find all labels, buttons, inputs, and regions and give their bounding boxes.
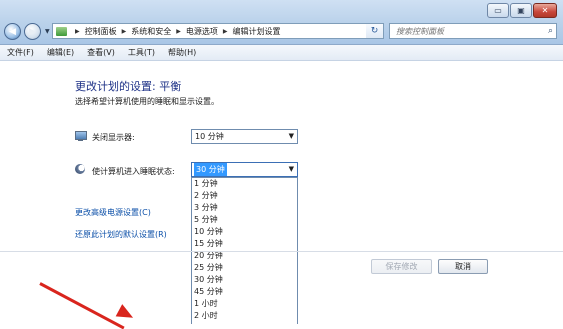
sleep-option[interactable]: 2 小时 — [192, 310, 297, 322]
search-box[interactable]: ⌕ — [389, 23, 557, 39]
sleep-value: 30 分钟 — [194, 163, 227, 176]
sleep-select[interactable]: 30 分钟 ▼ — [191, 162, 298, 177]
sleep-option[interactable]: 45 分钟 — [192, 286, 297, 298]
breadcrumb-item-system-security[interactable]: 系统和安全 — [131, 26, 171, 37]
breadcrumb-item-edit-plan[interactable]: 编辑计划设置 — [233, 26, 281, 37]
search-icon[interactable]: ⌕ — [548, 26, 553, 36]
sleep-option[interactable]: 5 分钟 — [192, 214, 297, 226]
breadcrumb-separator-icon: ▶ — [222, 27, 228, 35]
sleep-option[interactable]: 15 分钟 — [192, 238, 297, 250]
save-changes-button[interactable]: 保存修改 — [371, 259, 432, 274]
restore-defaults-link[interactable]: 还原此计划的默认设置(R) — [75, 229, 167, 240]
display-off-select[interactable]: 10 分钟 ▼ — [191, 129, 298, 144]
control-panel-icon — [56, 26, 67, 36]
chevron-down-icon: ▼ — [288, 132, 294, 140]
breadcrumb-item-power-options[interactable]: 电源选项 — [186, 26, 218, 37]
address-bar[interactable]: ▶ 控制面板 ▶ 系统和安全 ▶ 电源选项 ▶ 编辑计划设置 ▼ — [52, 23, 379, 39]
maximize-button[interactable]: ▣ — [510, 3, 532, 18]
forward-arrow-icon: ▶ — [29, 26, 36, 37]
refresh-icon: ↻ — [370, 26, 379, 36]
display-off-label: 关闭显示器: — [92, 133, 135, 142]
title-bar: ▭ ▣ ✕ ◀ ▶ ▼ ▶ 控制面板 ▶ 系统和安全 ▶ 电源选项 ▶ 编辑计划… — [0, 0, 563, 45]
back-button[interactable]: ◀ — [4, 23, 21, 40]
refresh-button[interactable]: ↻ — [366, 23, 384, 39]
forward-button[interactable]: ▶ — [24, 23, 41, 40]
page-subtitle: 选择希望计算机使用的睡眠和显示设置。 — [75, 97, 219, 106]
sleep-option[interactable]: 1 分钟 — [192, 178, 297, 190]
cancel-button[interactable]: 取消 — [438, 259, 488, 274]
window-controls: ▭ ▣ ✕ — [486, 3, 557, 18]
annotation-arrow-icon — [115, 304, 137, 324]
menu-bar: 文件(F) 编辑(E) 查看(V) 工具(T) 帮助(H) — [0, 45, 563, 61]
sleep-option[interactable]: 10 分钟 — [192, 226, 297, 238]
breadcrumb-separator-icon: ▶ — [176, 27, 181, 35]
sleep-option[interactable]: 1 小时 — [192, 298, 297, 310]
menu-edit[interactable]: 编辑(E) — [40, 47, 80, 58]
breadcrumb: ▶ 控制面板 ▶ 系统和安全 ▶ 电源选项 ▶ 编辑计划设置 — [70, 26, 281, 37]
menu-help[interactable]: 帮助(H) — [161, 47, 202, 58]
monitor-icon — [75, 131, 87, 141]
footer-divider — [0, 251, 563, 252]
annotation-arrow-shaft — [39, 282, 125, 329]
page-title: 更改计划的设置: 平衡 — [75, 80, 182, 93]
sleep-option[interactable]: 2 分钟 — [192, 190, 297, 202]
sleep-option[interactable]: 30 分钟 — [192, 274, 297, 286]
sleep-moon-icon — [75, 164, 87, 174]
menu-file[interactable]: 文件(F) — [0, 47, 40, 58]
breadcrumb-separator-icon: ▶ — [121, 27, 127, 35]
display-off-value: 10 分钟 — [195, 132, 224, 141]
menu-tools[interactable]: 工具(T) — [121, 47, 161, 58]
chevron-down-icon: ▼ — [288, 165, 294, 173]
minimize-button[interactable]: ▭ — [487, 3, 509, 18]
breadcrumb-item-control-panel[interactable]: 控制面板 — [85, 26, 117, 37]
back-arrow-icon: ◀ — [9, 26, 16, 37]
advanced-power-settings-link[interactable]: 更改高级电源设置(C) — [75, 207, 151, 218]
recent-pages-dropdown[interactable]: ▼ — [45, 28, 50, 35]
sleep-label: 使计算机进入睡眠状态: — [92, 167, 175, 176]
sleep-option[interactable]: 25 分钟 — [192, 262, 297, 274]
breadcrumb-separator-icon: ▶ — [75, 27, 80, 35]
sleep-option[interactable]: 3 分钟 — [192, 202, 297, 214]
close-button[interactable]: ✕ — [533, 3, 557, 18]
search-input[interactable] — [396, 26, 541, 36]
menu-view[interactable]: 查看(V) — [80, 47, 121, 58]
